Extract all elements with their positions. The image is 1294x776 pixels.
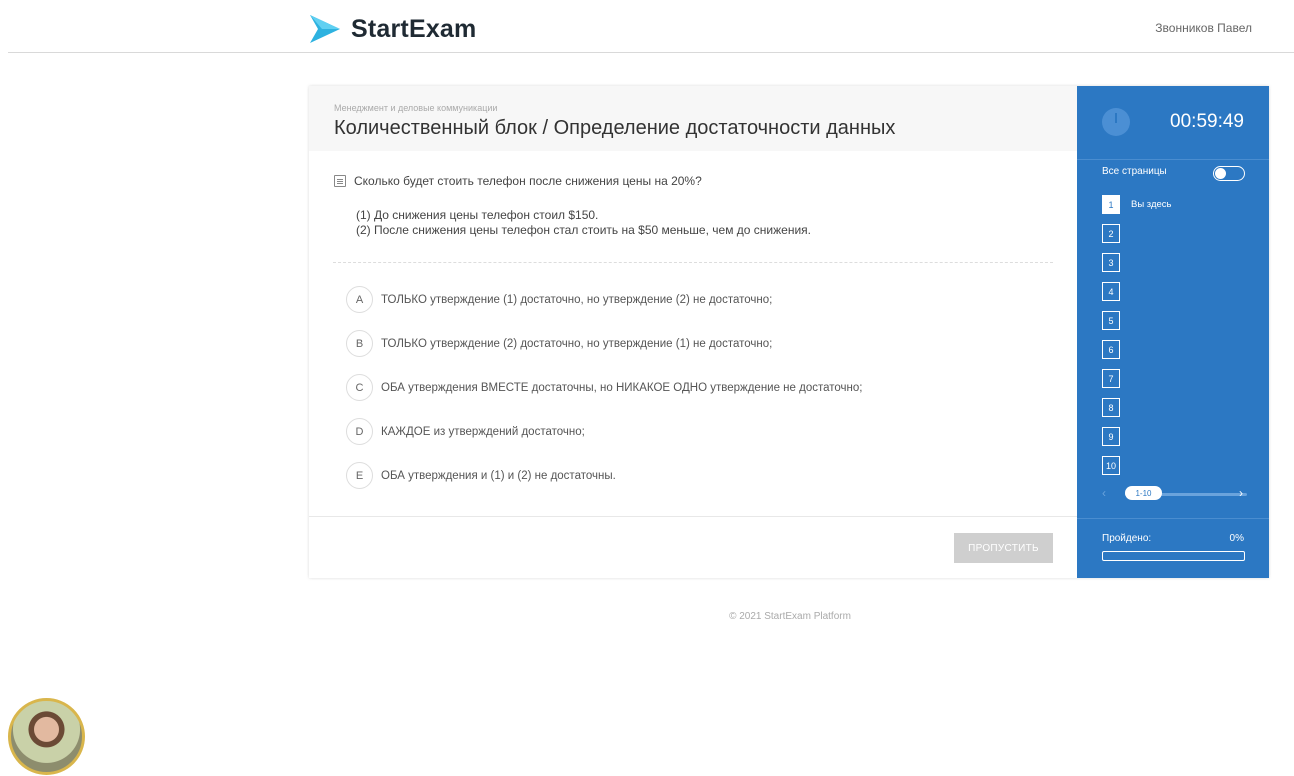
page-pager: ‹ 1-10 › xyxy=(1102,486,1247,502)
progress-separator xyxy=(1077,518,1269,519)
page-list: 1 Вы здесь 2 3 4 5 6 7 8 9 10 xyxy=(1102,195,1171,485)
toggle-knob xyxy=(1215,168,1226,179)
question-text: Сколько будет стоить телефон после сниже… xyxy=(354,174,702,188)
page-number-7[interactable]: 7 xyxy=(1102,369,1120,388)
answer-option-d[interactable]: D КАЖДОЕ из утверждений достаточно; xyxy=(346,417,862,446)
question-header: Менеджмент и деловые коммуникации Количе… xyxy=(309,86,1077,151)
statements: (1) До снижения цены телефон стоил $150.… xyxy=(356,208,811,238)
page-item: 8 xyxy=(1102,398,1171,417)
question-title: Количественный блок / Определение достат… xyxy=(334,117,896,139)
page-number-10[interactable]: 10 xyxy=(1102,456,1120,475)
copyright: © 2021 StartExam Platform xyxy=(729,611,851,622)
page-number-3[interactable]: 3 xyxy=(1102,253,1120,272)
answer-letter: C xyxy=(346,374,373,401)
timer-icon xyxy=(1102,108,1130,136)
top-header: StartExam Звонников Павел xyxy=(8,0,1294,53)
answer-text: ОБА утверждения ВМЕСТЕ достаточны, но НИ… xyxy=(381,381,863,394)
document-icon xyxy=(334,175,346,187)
page-number-2[interactable]: 2 xyxy=(1102,224,1120,243)
answer-text: КАЖДОЕ из утверждений достаточно; xyxy=(381,425,585,438)
progress-value: 0% xyxy=(1229,533,1244,544)
divider xyxy=(333,262,1053,263)
statement-1: (1) До снижения цены телефон стоил $150. xyxy=(356,208,599,222)
page-number-9[interactable]: 9 xyxy=(1102,427,1120,446)
skip-button[interactable]: ПРОПУСТИТЬ xyxy=(954,533,1053,563)
exam-card: Менеджмент и деловые коммуникации Количе… xyxy=(309,86,1269,578)
question-panel: Менеджмент и деловые коммуникации Количе… xyxy=(309,86,1077,578)
answer-text: ОБА утверждения и (1) и (2) не достаточн… xyxy=(381,469,616,482)
page-number-1[interactable]: 1 xyxy=(1102,195,1120,214)
question-text-row: Сколько будет стоить телефон после сниже… xyxy=(334,174,702,188)
statement-2: (2) После снижения цены телефон стал сто… xyxy=(356,223,811,237)
page-number-8[interactable]: 8 xyxy=(1102,398,1120,417)
answer-option-c[interactable]: C ОБА утверждения ВМЕСТЕ достаточны, но … xyxy=(346,373,862,402)
page-item: 10 xyxy=(1102,456,1171,475)
answer-option-b[interactable]: B ТОЛЬКО утверждение (2) достаточно, но … xyxy=(346,329,862,358)
chevron-left-icon[interactable]: ‹ xyxy=(1102,486,1106,500)
startexam-logo-icon xyxy=(310,15,340,43)
page-number-5[interactable]: 5 xyxy=(1102,311,1120,330)
question-category: Менеджмент и деловые коммуникации xyxy=(334,103,498,113)
page-number-6[interactable]: 6 xyxy=(1102,340,1120,359)
webcam-avatar xyxy=(8,698,85,775)
progress-label: Пройдено: xyxy=(1102,533,1152,544)
logo[interactable]: StartExam xyxy=(308,14,476,44)
all-pages-label: Все страницы xyxy=(1102,166,1167,177)
answer-letter: D xyxy=(346,418,373,445)
page-item: 6 xyxy=(1102,340,1171,359)
page-number-4[interactable]: 4 xyxy=(1102,282,1120,301)
footer-separator xyxy=(309,516,1077,517)
page-item: 7 xyxy=(1102,369,1171,388)
chevron-right-icon[interactable]: › xyxy=(1239,486,1243,500)
page-item: 2 xyxy=(1102,224,1171,243)
page-item: 1 Вы здесь xyxy=(1102,195,1171,214)
user-name[interactable]: Звонников Павел xyxy=(1155,21,1252,35)
page-item: 5 xyxy=(1102,311,1171,330)
answer-letter: A xyxy=(346,286,373,313)
answer-letter: B xyxy=(346,330,373,357)
all-pages-toggle[interactable] xyxy=(1213,166,1245,181)
timer-value: 00:59:49 xyxy=(1170,111,1244,132)
page-item: 4 xyxy=(1102,282,1171,301)
answer-text: ТОЛЬКО утверждение (1) достаточно, но ут… xyxy=(381,293,773,306)
answer-option-e[interactable]: E ОБА утверждения и (1) и (2) не достато… xyxy=(346,461,862,490)
logo-text: StartExam xyxy=(351,14,477,43)
exam-sidebar: 00:59:49 Все страницы 1 Вы здесь 2 3 4 5 6 7 8 9 1… xyxy=(1077,86,1269,578)
current-page-label: Вы здесь xyxy=(1131,199,1172,210)
answer-text: ТОЛЬКО утверждение (2) достаточно, но ут… xyxy=(381,337,773,350)
answer-option-a[interactable]: A ТОЛЬКО утверждение (1) достаточно, но … xyxy=(346,285,862,314)
answer-letter: E xyxy=(346,462,373,489)
answer-list: A ТОЛЬКО утверждение (1) достаточно, но … xyxy=(346,285,862,505)
page-item: 9 xyxy=(1102,427,1171,446)
pager-range[interactable]: 1-10 xyxy=(1125,486,1162,500)
page-item: 3 xyxy=(1102,253,1171,272)
progress-bar xyxy=(1102,551,1245,561)
timer-area: 00:59:49 xyxy=(1077,86,1269,160)
